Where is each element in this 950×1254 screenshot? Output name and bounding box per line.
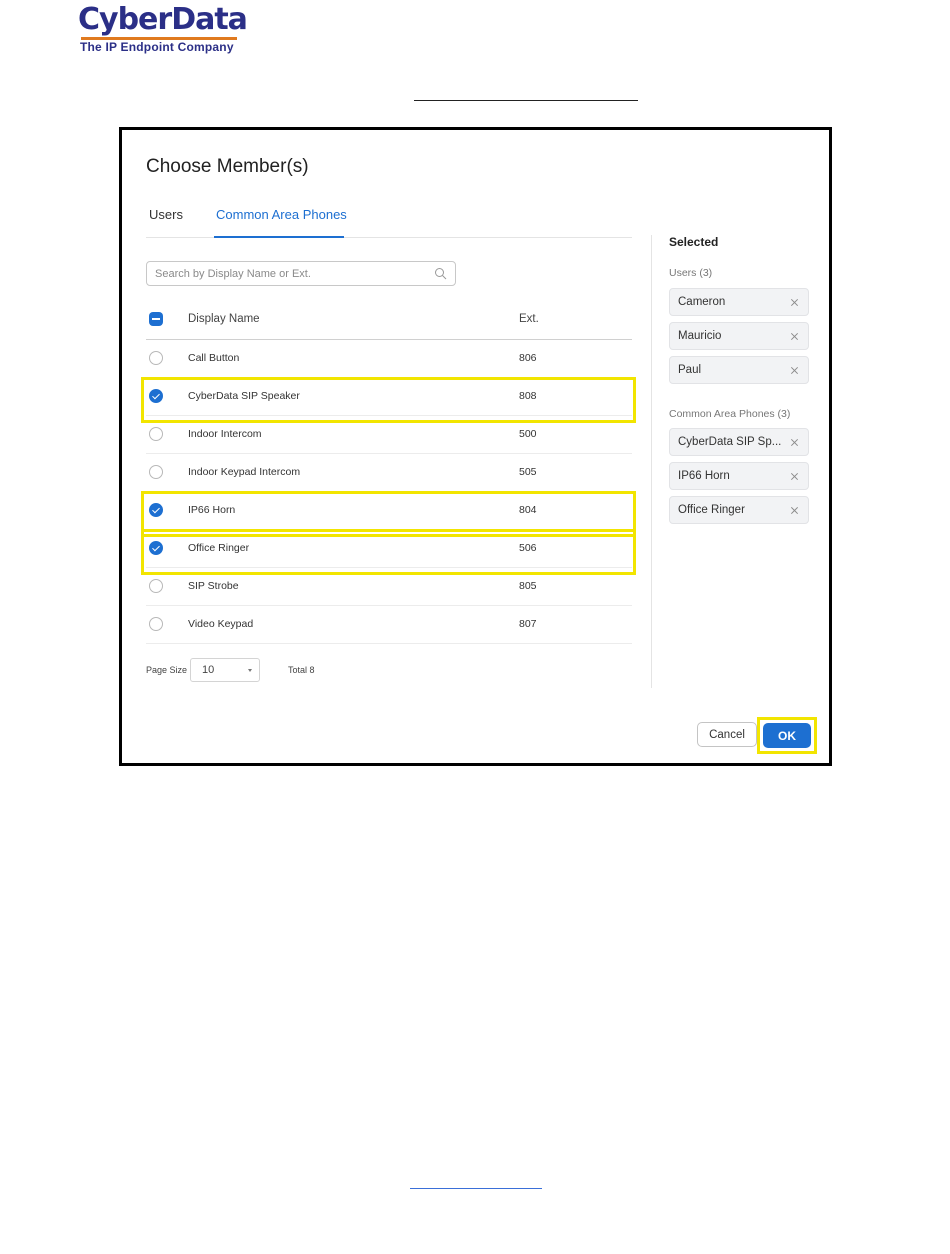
remove-icon[interactable] [786,327,804,345]
total-count: Total 8 [288,665,315,675]
cyberdata-logo: CyberData The IP Endpoint Company [78,2,248,58]
dialog-title: Choose Member(s) [146,156,309,177]
search-box [146,261,456,286]
panel-divider [651,235,652,688]
chip-label: Office Ringer [678,504,745,516]
row-checkbox[interactable] [149,503,163,517]
selected-phones-label: Common Area Phones (3) [669,408,791,420]
table-row[interactable]: IP66 Horn 804 [141,491,636,537]
row-display-name: Call Button [188,352,240,364]
selected-chip: Paul [669,356,809,384]
selected-chip: CyberData SIP Sp... [669,428,809,456]
row-display-name: Indoor Keypad Intercom [188,466,301,478]
remove-icon[interactable] [786,293,804,311]
active-tab-indicator [214,236,344,238]
chip-label: IP66 Horn [678,470,730,482]
members-table: Display Name Ext. Call Button 806 CyberD… [141,298,636,644]
caret-down-icon [248,669,252,672]
selected-panel-title: Selected [669,235,719,249]
header-link-underline [414,100,638,101]
chip-label: CyberData SIP Sp... [678,436,782,448]
remove-icon[interactable] [786,467,804,485]
member-type-tabs: Users Common Area Phones [146,200,632,238]
selected-chip: Office Ringer [669,496,809,524]
selected-chip: Mauricio [669,322,809,350]
remove-icon[interactable] [786,433,804,451]
remove-icon[interactable] [786,501,804,519]
tab-common-area-phones[interactable]: Common Area Phones [216,207,347,222]
row-ext: 806 [519,352,537,364]
row-checkbox[interactable] [149,541,163,555]
select-all-checkbox[interactable] [149,312,163,326]
row-checkbox[interactable] [149,579,163,593]
remove-icon[interactable] [786,361,804,379]
table-row[interactable]: Indoor Intercom 500 [146,416,632,454]
row-checkbox[interactable] [149,465,163,479]
ok-button[interactable]: OK [763,723,811,748]
cancel-button[interactable]: Cancel [697,722,757,747]
row-checkbox[interactable] [149,427,163,441]
table-row[interactable]: Video Keypad 807 [146,606,632,644]
page-size-label: Page Size [146,665,188,675]
column-header-ext[interactable]: Ext. [519,313,539,325]
logo-wordmark: CyberData [78,2,248,37]
row-ext: 505 [519,466,537,478]
row-display-name: SIP Strobe [188,580,239,592]
row-checkbox[interactable] [149,617,163,631]
footer-link-underline [410,1188,542,1189]
selected-chip: Cameron [669,288,809,316]
pagination: Page Size 10 Total 8 [146,657,446,683]
chip-label: Mauricio [678,330,722,342]
table-row[interactable]: Call Button 806 [146,340,632,378]
row-ext: 808 [519,390,537,402]
row-display-name: Office Ringer [188,542,250,554]
row-ext: 506 [519,542,537,554]
row-display-name: CyberData SIP Speaker [188,390,300,402]
page-size-select[interactable]: 10 [190,658,260,682]
selected-chip: IP66 Horn [669,462,809,490]
column-header-display-name[interactable]: Display Name [188,313,260,325]
search-input[interactable] [155,265,425,282]
row-ext: 805 [519,580,537,592]
row-display-name: Indoor Intercom [188,428,262,440]
row-display-name: IP66 Horn [188,504,236,516]
chip-label: Paul [678,364,702,376]
row-display-name: Video Keypad [188,618,254,630]
row-ext: 807 [519,618,537,630]
logo-tagline: The IP Endpoint Company [80,40,234,54]
table-row[interactable]: SIP Strobe 805 [146,568,632,606]
table-row[interactable]: Office Ringer 506 [141,529,636,575]
row-ext: 500 [519,428,537,440]
page-size-value: 10 [202,664,215,676]
search-icon[interactable] [434,267,447,280]
table-row[interactable]: CyberData SIP Speaker 808 [141,377,636,423]
row-ext: 804 [519,504,537,516]
row-checkbox[interactable] [149,389,163,403]
tab-users[interactable]: Users [149,207,183,222]
row-checkbox[interactable] [149,351,163,365]
selected-users-label: Users (3) [669,267,713,279]
choose-members-dialog: Choose Member(s) Users Common Area Phone… [119,127,832,766]
table-row[interactable]: Indoor Keypad Intercom 505 [146,454,632,492]
table-header: Display Name Ext. [146,298,632,340]
chip-label: Cameron [678,296,726,308]
